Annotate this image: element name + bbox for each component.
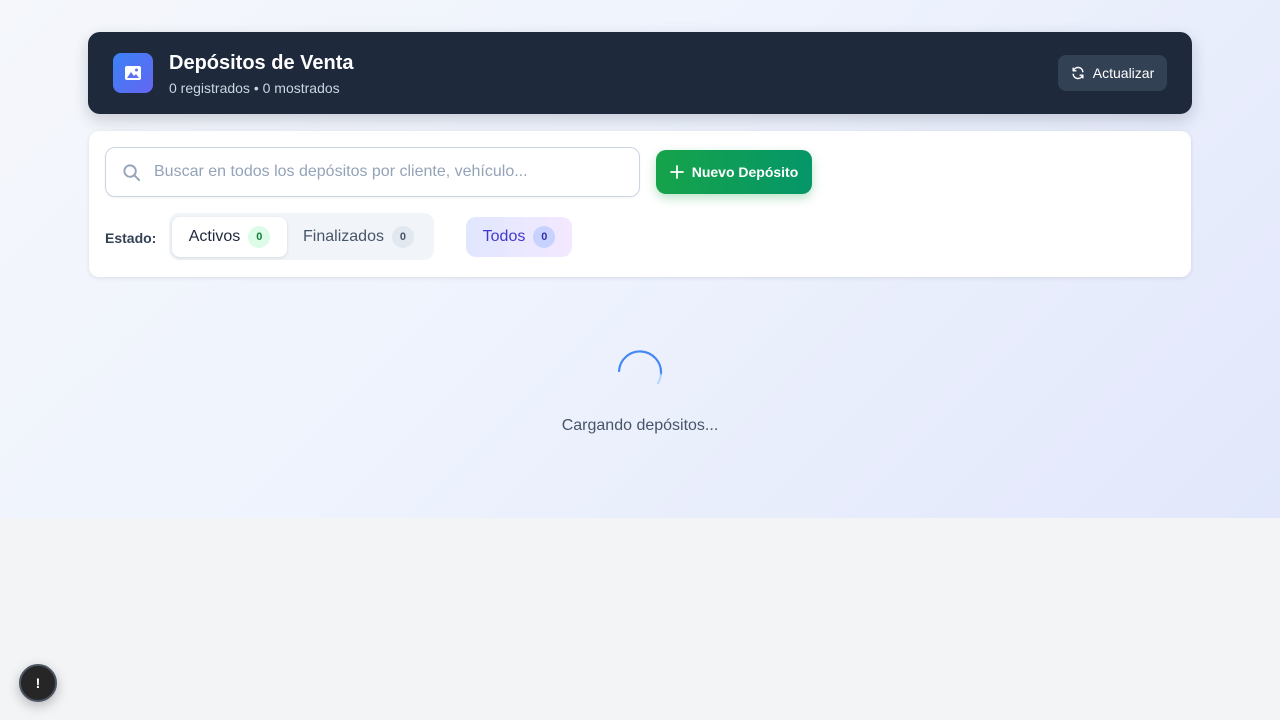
exclamation-icon: ! [35, 675, 41, 691]
page-header: Depósitos de Venta 0 registrados • 0 mos… [88, 32, 1192, 114]
page-title: Depósitos de Venta [169, 52, 354, 74]
refresh-button-label: Actualizar [1092, 65, 1155, 81]
search-input[interactable] [154, 148, 624, 196]
feedback-button[interactable]: ! [19, 664, 57, 702]
image-icon [113, 53, 153, 93]
search-box [105, 147, 640, 197]
tab-activos-count: 0 [248, 226, 271, 248]
tab-finalizados[interactable]: Finalizados 0 [287, 217, 430, 257]
tab-todos[interactable]: Todos 0 [466, 217, 572, 257]
tab-todos-count: 0 [533, 226, 556, 248]
estado-segmented-control: Activos 0 Finalizados 0 [169, 213, 434, 260]
tab-finalizados-label: Finalizados [303, 228, 384, 245]
refresh-icon [1071, 66, 1085, 80]
tab-finalizados-count: 0 [391, 226, 414, 248]
estado-label: Estado: [105, 230, 157, 246]
loading-spinner [616, 349, 664, 397]
tab-todos-label: Todos [482, 228, 526, 245]
refresh-button[interactable]: Actualizar [1058, 55, 1167, 91]
tab-activos[interactable]: Activos 0 [172, 217, 287, 257]
new-deposit-button[interactable]: Nuevo Depósito [656, 150, 812, 194]
tab-activos-label: Activos [188, 228, 241, 245]
search-icon [122, 163, 141, 182]
page-subtitle: 0 registrados • 0 mostrados [169, 80, 340, 96]
plus-icon [669, 165, 684, 179]
filter-panel: Nuevo Depósito Estado: Activos 0 Finaliz… [89, 131, 1191, 277]
loading-text: Cargando depósitos... [561, 417, 719, 434]
new-deposit-label: Nuevo Depósito [691, 164, 799, 180]
